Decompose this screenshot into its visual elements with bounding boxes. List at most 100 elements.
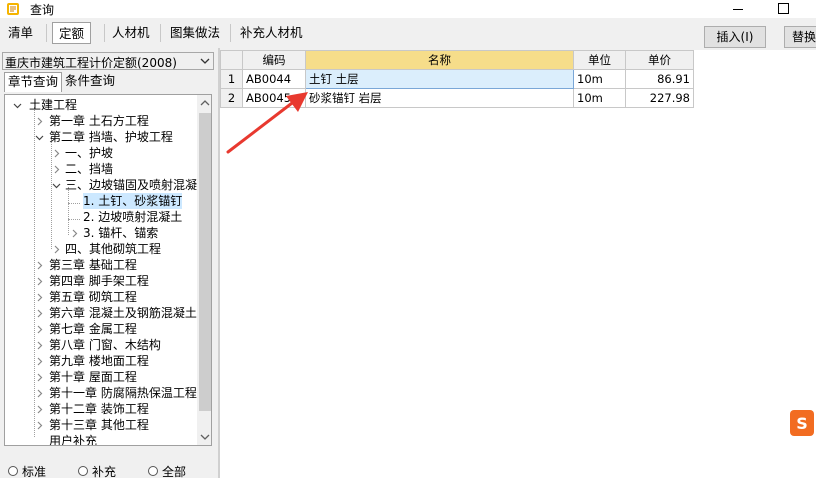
radio-standard[interactable] — [8, 466, 18, 476]
tree-node[interactable]: 2. 边坡喷射混凝土 — [79, 209, 182, 225]
col-header-code[interactable]: 编码 — [242, 50, 306, 70]
tree-node[interactable]: 第十三章 其他工程 — [31, 417, 149, 433]
tree-node-label: 二、挡墙 — [65, 162, 114, 176]
col-header-unit[interactable]: 单位 — [573, 50, 626, 70]
tree-node[interactable]: 第十二章 装饰工程 — [31, 401, 149, 417]
tab-separator — [230, 24, 231, 42]
col-header-price[interactable]: 单价 — [625, 50, 694, 70]
maximize-button[interactable] — [764, 0, 804, 18]
cell-price[interactable]: 227.98 — [625, 88, 694, 108]
tree-node-label: 第十章 屋面工程 — [49, 370, 137, 384]
tree-node[interactable]: 第八章 门窗、木结构 — [31, 337, 161, 353]
tab-labor-material[interactable]: 人材机 — [106, 22, 156, 44]
chevron-right-icon[interactable] — [35, 309, 44, 318]
tree-node[interactable]: 土建工程 — [9, 97, 77, 113]
minimize-button[interactable] — [718, 0, 758, 18]
tree-node-label: 2. 边坡喷射混凝土 — [83, 210, 183, 224]
radio-all[interactable] — [148, 466, 158, 476]
table-row[interactable]: 2 AB0045 砂浆锚钉 岩层 10m 227.98 — [220, 88, 694, 108]
chevron-right-icon[interactable] — [35, 373, 44, 382]
chevron-right-icon[interactable] — [52, 165, 61, 174]
chevron-right-icon[interactable] — [52, 245, 61, 254]
tree-node-label: 第二章 挡墙、护坡工程 — [49, 130, 173, 144]
chevron-right-icon[interactable] — [35, 341, 44, 350]
tree-node[interactable]: 第十一章 防腐隔热保温工程 — [31, 385, 197, 401]
chevron-right-icon[interactable] — [70, 229, 79, 238]
cell-unit[interactable]: 10m — [573, 88, 626, 108]
chevron-right-icon[interactable] — [35, 405, 44, 414]
chevron-right-icon[interactable] — [35, 277, 44, 286]
tab-supplement-labor-material[interactable]: 补充人材机 — [234, 22, 309, 44]
tree-node[interactable]: 第十章 屋面工程 — [31, 369, 137, 385]
cell-code[interactable]: AB0044 — [242, 69, 306, 89]
chevron-right-icon[interactable] — [52, 149, 61, 158]
tree-node[interactable]: 第四章 脚手架工程 — [31, 273, 149, 289]
subtab-condition-query[interactable]: 条件查询 — [62, 72, 118, 92]
result-grid: 编码 名称 单位 单价 1 AB0044 土钉 土层 10m 86.91 2 A… — [220, 50, 694, 108]
tree-node[interactable]: 第七章 金属工程 — [31, 321, 137, 337]
tree-node[interactable]: 二、挡墙 — [49, 161, 113, 177]
title-bar: 查询 — [0, 0, 816, 18]
tree-node-label: 第十一章 防腐隔热保温工程 — [49, 386, 197, 400]
tree-node-label: 第五章 砌筑工程 — [49, 290, 137, 304]
chevron-right-icon[interactable] — [35, 357, 44, 366]
tab-atlas-practice[interactable]: 图集做法 — [164, 22, 226, 44]
chevron-down-icon[interactable] — [35, 133, 44, 142]
chapter-tree: 土建工程 第一章 土石方工程 第二章 挡墙、护坡工程 一、护坡 二、挡墙 三、边… — [4, 94, 212, 446]
tree-node[interactable]: 3. 锚杆、锚索 — [67, 225, 158, 241]
tab-quota[interactable]: 定额 — [52, 22, 92, 44]
tree-node-label: 第八章 门窗、木结构 — [49, 338, 161, 352]
chevron-right-icon[interactable] — [35, 389, 44, 398]
tree-node-label: 3. 锚杆、锚索 — [83, 226, 159, 240]
tab-strip: 清单 定额 人材机 图集做法 补充人材机 — [0, 18, 816, 48]
chevron-down-icon[interactable] — [52, 181, 61, 190]
chevron-right-icon[interactable] — [35, 261, 44, 270]
cell-unit[interactable]: 10m — [573, 69, 626, 89]
scrollbar-thumb[interactable] — [199, 113, 211, 411]
tree-scrollbar[interactable] — [197, 95, 212, 445]
tree-node[interactable]: 第五章 砌筑工程 — [31, 289, 137, 305]
replace-button[interactable]: 替换 — [784, 26, 816, 48]
scroll-down-icon[interactable] — [197, 429, 212, 445]
tree-node-label: 第七章 金属工程 — [49, 322, 137, 336]
radio-supplement-label: 补充 — [92, 465, 117, 478]
chevron-right-icon[interactable] — [35, 325, 44, 334]
cell-price[interactable]: 86.91 — [625, 69, 694, 89]
sogou-ime-icon[interactable]: S — [790, 410, 814, 436]
cell-code[interactable]: AB0045 — [242, 88, 306, 108]
tree-node-label: 1. 土钉、砂浆锚钉 — [83, 193, 183, 209]
tree-node-label: 第九章 楼地面工程 — [49, 354, 149, 368]
chevron-down-icon[interactable] — [13, 101, 22, 110]
chevron-right-icon[interactable] — [35, 293, 44, 302]
tree-node[interactable]: 用户补充 — [31, 433, 97, 445]
table-row[interactable]: 1 AB0044 土钉 土层 10m 86.91 — [220, 69, 694, 89]
tree-node[interactable]: 第一章 土石方工程 — [31, 113, 149, 129]
cell-name[interactable]: 砂浆锚钉 岩层 — [305, 88, 574, 108]
tree-node-selected[interactable]: 1. 土钉、砂浆锚钉 — [79, 193, 183, 209]
row-number: 2 — [220, 88, 243, 108]
tree-node[interactable]: 三、边坡锚固及喷射混凝 — [49, 177, 197, 193]
tree-node-label: 第六章 混凝土及钢筋混凝土 — [49, 306, 197, 320]
tree-node[interactable]: 第六章 混凝土及钢筋混凝土 — [31, 305, 197, 321]
tree-node[interactable]: 第二章 挡墙、护坡工程 — [31, 129, 173, 145]
scroll-up-icon[interactable] — [197, 95, 212, 111]
quota-selector[interactable]: 重庆市建筑工程计价定额(2008) — [2, 52, 214, 70]
cell-name[interactable]: 土钉 土层 — [305, 69, 574, 89]
tab-separator — [160, 24, 161, 42]
insert-button[interactable]: 插入(I) — [704, 26, 766, 48]
tree-node[interactable]: 四、其他砌筑工程 — [49, 241, 161, 257]
tree-node-label: 第十三章 其他工程 — [49, 418, 149, 432]
subtab-chapter-query[interactable]: 章节查询 — [4, 72, 63, 92]
tree-node[interactable]: 第九章 楼地面工程 — [31, 353, 149, 369]
left-pane: 重庆市建筑工程计价定额(2008) 章节查询 条件查询 土建工程 第一章 土石方… — [0, 50, 218, 478]
col-header-name[interactable]: 名称 — [305, 50, 574, 70]
app-icon — [7, 3, 19, 15]
chevron-right-icon[interactable] — [35, 117, 44, 126]
tab-bill[interactable]: 清单 — [2, 22, 39, 44]
radio-supplement[interactable] — [78, 466, 88, 476]
tree-node[interactable]: 一、护坡 — [49, 145, 113, 161]
radio-all-label: 全部 — [162, 465, 187, 478]
chevron-down-icon — [200, 58, 210, 64]
chevron-right-icon[interactable] — [35, 421, 44, 430]
tree-node[interactable]: 第三章 基础工程 — [31, 257, 137, 273]
